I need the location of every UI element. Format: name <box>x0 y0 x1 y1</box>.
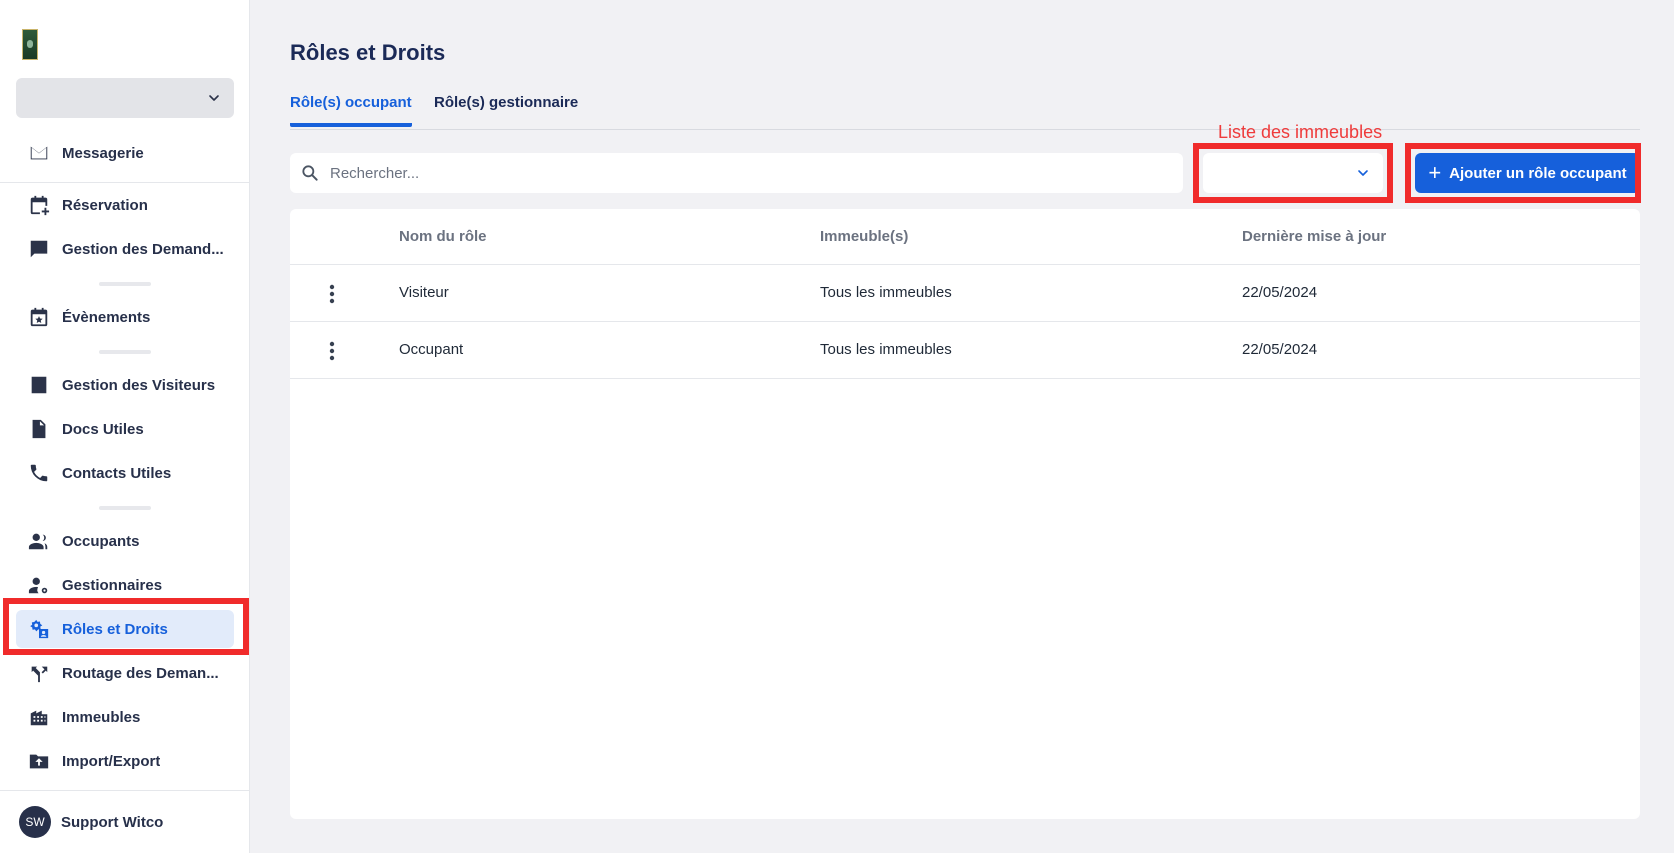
sidebar-item-evenements[interactable]: Évènements <box>16 298 234 336</box>
mail-icon <box>28 142 50 164</box>
column-header-buildings: Immeuble(s) <box>820 228 909 245</box>
badge-icon <box>28 374 50 396</box>
phone-icon <box>28 462 50 484</box>
sidebar-item-occupants[interactable]: Occupants <box>16 522 234 560</box>
user-profile[interactable]: SW Support Witco <box>19 806 163 838</box>
sidebar-item-routage-demandes[interactable]: Routage des Deman... <box>16 654 234 692</box>
sidebar-item-label: Gestionnaires <box>62 576 163 594</box>
folder-upload-icon <box>28 750 50 772</box>
org-logo <box>22 29 38 60</box>
sidebar-item-label: Gestion des Demand... <box>62 240 224 258</box>
role-buildings: Tous les immeubles <box>820 284 952 301</box>
sidebar-item-label: Gestion des Visiteurs <box>62 376 216 394</box>
page-title: Rôles et Droits <box>290 40 446 65</box>
column-header-name: Nom du rôle <box>399 228 487 245</box>
sidebar-item-messagerie[interactable]: Messagerie <box>16 134 234 172</box>
sidebar-item-contacts-utiles[interactable]: Contacts Utiles <box>16 454 234 492</box>
search-icon <box>302 165 318 181</box>
annotation-highlight-roles <box>3 598 249 655</box>
sidebar-item-label: Docs Utiles <box>62 420 144 438</box>
user-gear-icon <box>28 574 50 596</box>
sidebar-item-reservation[interactable]: Réservation <box>16 186 234 224</box>
organization-select[interactable] <box>16 78 234 118</box>
role-updated: 22/05/2024 <box>1242 341 1318 358</box>
annotation-highlight-building-select <box>1193 143 1393 203</box>
table-row[interactable]: Visiteur Tous les immeubles 22/05/2024 <box>290 265 1640 322</box>
tab-bar: Rôle(s) occupant Rôle(s) gestionnaire <box>290 94 1640 130</box>
sidebar-item-docs-utiles[interactable]: Docs Utiles <box>16 410 234 448</box>
sidebar-item-gestion-demandes[interactable]: Gestion des Demand... <box>16 230 234 268</box>
routing-icon <box>28 662 50 684</box>
sidebar-item-label: Immeubles <box>62 708 141 726</box>
user-name: Support Witco <box>61 813 164 831</box>
search-bar <box>290 153 1183 193</box>
role-name: Occupant <box>399 341 464 358</box>
column-header-updated: Dernière mise à jour <box>1242 228 1387 245</box>
sidebar-item-label: Routage des Deman... <box>62 664 219 682</box>
chat-icon <box>28 238 50 260</box>
sidebar-item-immeubles[interactable]: Immeubles <box>16 698 234 736</box>
more-options-icon[interactable] <box>320 339 344 363</box>
building-icon <box>28 706 50 728</box>
sidebar-item-label: Réservation <box>62 196 148 214</box>
role-buildings: Tous les immeubles <box>820 341 952 358</box>
tab-roles-gestionnaire[interactable]: Rôle(s) gestionnaire <box>434 94 578 123</box>
annotation-label-buildings: Liste des immeubles <box>1218 122 1383 142</box>
tab-roles-occupant[interactable]: Rôle(s) occupant <box>290 94 412 127</box>
sidebar-divider <box>0 790 250 791</box>
section-separator <box>99 350 151 354</box>
table-row[interactable]: Occupant Tous les immeubles 22/05/2024 <box>290 322 1640 379</box>
role-name: Visiteur <box>399 284 449 301</box>
sidebar-item-label: Messagerie <box>62 144 144 162</box>
sidebar-item-label: Occupants <box>62 532 140 550</box>
sidebar-item-label: Import/Export <box>62 752 161 770</box>
document-icon <box>28 418 50 440</box>
role-updated: 22/05/2024 <box>1242 284 1318 301</box>
roles-table: Nom du rôle Immeuble(s) Dernière mise à … <box>290 209 1640 819</box>
sidebar: Messagerie Réservation Gestion des Deman… <box>0 0 250 853</box>
table-header: Nom du rôle Immeuble(s) Dernière mise à … <box>290 209 1640 265</box>
sidebar-item-import-export[interactable]: Import/Export <box>16 742 234 780</box>
calendar-star-icon <box>28 306 50 328</box>
calendar-add-icon <box>28 194 50 216</box>
avatar: SW <box>19 806 51 838</box>
search-input[interactable] <box>330 164 1130 182</box>
sidebar-item-label: Évènements <box>62 308 151 326</box>
sidebar-item-label: Contacts Utiles <box>62 464 172 482</box>
sidebar-item-gestion-visiteurs[interactable]: Gestion des Visiteurs <box>16 366 234 404</box>
section-separator <box>99 506 151 510</box>
annotation-highlight-add-button <box>1405 143 1641 203</box>
section-separator <box>99 282 151 286</box>
people-icon <box>28 530 50 552</box>
sidebar-divider <box>0 182 250 183</box>
chevron-down-icon <box>209 95 219 101</box>
more-options-icon[interactable] <box>320 282 344 306</box>
